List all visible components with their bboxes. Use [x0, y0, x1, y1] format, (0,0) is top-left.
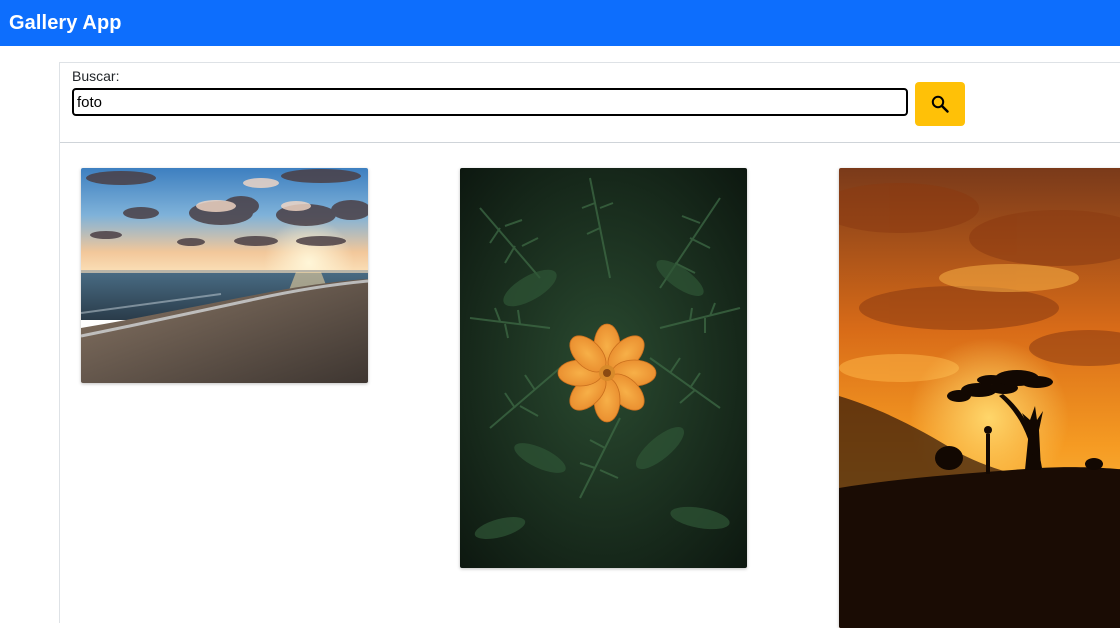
beach-sunset-image [81, 168, 368, 383]
search-button[interactable] [915, 82, 965, 126]
gallery-photo-tree-silhouette[interactable] [839, 168, 1120, 628]
search-input[interactable] [72, 88, 908, 116]
search-icon [931, 95, 949, 113]
orange-flower-image [460, 168, 747, 568]
tree-silhouette-image [839, 168, 1120, 628]
divider [60, 142, 1120, 143]
gallery-photo-orange-flower[interactable] [460, 168, 747, 568]
search-label: Buscar: [72, 68, 120, 84]
main-container: Buscar: [59, 62, 1120, 628]
gallery-photo-beach-sunset[interactable] [81, 168, 368, 383]
navbar: Gallery App [0, 0, 1120, 46]
app-title[interactable]: Gallery App [9, 12, 122, 35]
